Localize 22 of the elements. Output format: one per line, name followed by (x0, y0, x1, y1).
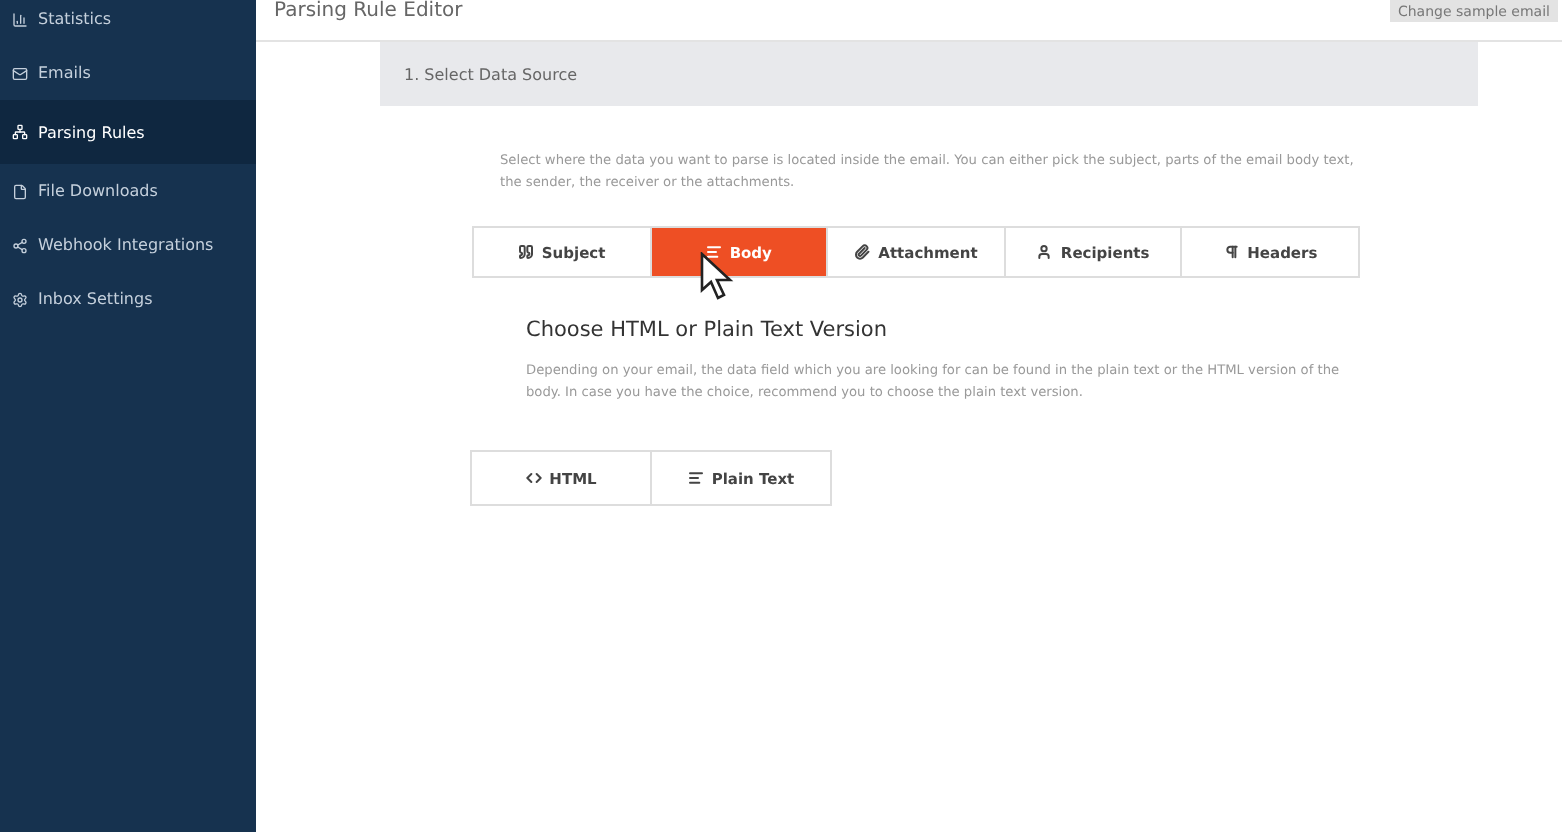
sidebar-item[interactable]: Parsing Rules (0, 100, 256, 164)
sidebar-item[interactable]: Emails (0, 46, 256, 100)
chart-icon (12, 11, 28, 27)
code-icon (525, 470, 542, 486)
sidebar-item[interactable]: File Downloads (0, 164, 256, 218)
lines-icon (687, 470, 704, 486)
share-icon (12, 237, 28, 253)
step-title: 1. Select Data Source (404, 65, 578, 83)
paperclip-icon (854, 244, 871, 260)
sidebar-item[interactable]: Inbox Settings (0, 272, 256, 326)
lines-icon (705, 244, 722, 260)
page-title: Parsing Rule Editor (274, 0, 463, 22)
mail-icon (12, 65, 28, 81)
sidebar-item[interactable]: Statistics (0, 0, 256, 46)
pilcrow-icon (1223, 244, 1240, 260)
user-icon (1036, 244, 1053, 260)
file-icon (12, 183, 28, 199)
sidebar-item[interactable]: Webhook Integrations (0, 218, 256, 272)
sitemap-icon (12, 124, 28, 140)
section-heading: Choose HTML or Plain Text Version (526, 318, 890, 342)
quote-icon (517, 244, 534, 260)
settings-icon (12, 291, 28, 307)
